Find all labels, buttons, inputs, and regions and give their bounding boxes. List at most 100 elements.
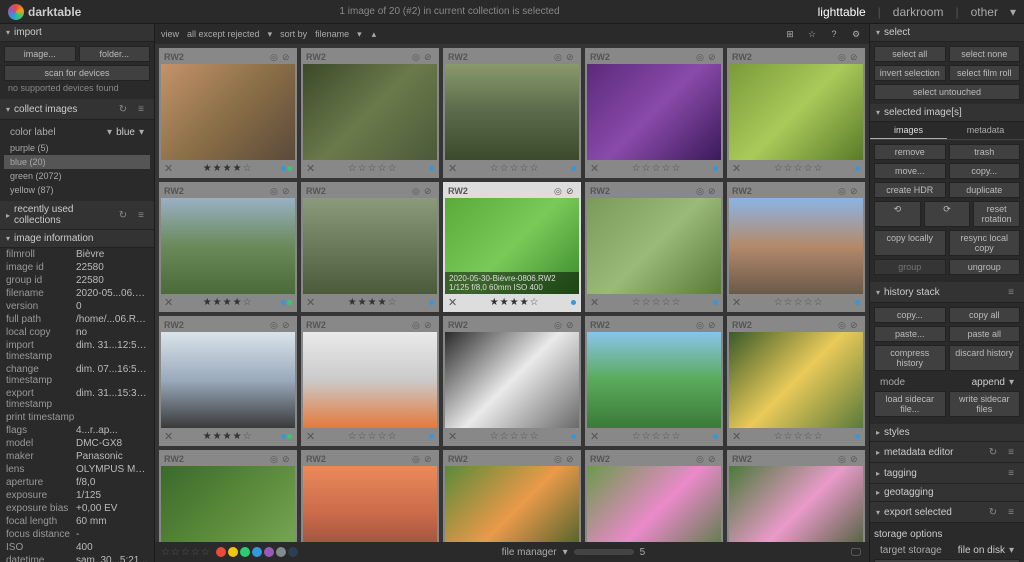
action-button[interactable]: select film roll <box>949 65 1021 81</box>
reject-icon[interactable]: ✕ <box>164 296 173 309</box>
thumbnail[interactable]: RW2◎⊘✕☆☆☆☆☆ <box>727 316 865 446</box>
color-swatch[interactable] <box>216 547 226 557</box>
gear-icon[interactable]: ⚙ <box>849 27 863 41</box>
thumbnail[interactable]: RW2◎⊘✕☆☆☆☆☆ <box>301 316 439 446</box>
thumbnail[interactable]: RW2◎⊘✕☆☆☆☆☆ <box>585 48 723 178</box>
reset-icon[interactable]: ↻ <box>116 102 130 116</box>
thumbnail[interactable]: RW2◎⊘✕☆☆☆☆☆ <box>159 450 297 542</box>
action-button[interactable]: resync local copy <box>949 230 1021 256</box>
rating-stars[interactable]: ☆☆☆☆☆ <box>161 547 210 558</box>
preset-icon[interactable]: ≡ <box>134 208 148 222</box>
color-swatch[interactable] <box>264 547 274 557</box>
reject-icon[interactable]: ✕ <box>306 430 315 443</box>
reject-icon[interactable]: ✕ <box>732 430 741 443</box>
dropdown-icon[interactable]: ▾ <box>1010 5 1016 19</box>
rotate-cw-button[interactable]: ⟳ <box>924 201 971 227</box>
thumbnail[interactable]: RW2◎⊘✕☆☆☆☆☆ <box>585 450 723 542</box>
thumbnail[interactable]: RW2◎⊘✕☆☆☆☆☆ <box>727 48 865 178</box>
group-button[interactable]: group <box>874 259 946 275</box>
view-darkroom[interactable]: darkroom <box>893 5 944 19</box>
collect-item[interactable]: yellow (87) <box>4 183 150 197</box>
import-folder-button[interactable]: folder... <box>79 46 151 62</box>
reject-icon[interactable]: ✕ <box>306 162 315 175</box>
section-import[interactable]: ▾ import <box>0 24 154 42</box>
action-button[interactable]: select none <box>949 46 1021 62</box>
thumbnail[interactable]: RW2◎⊘✕★★★★☆ <box>159 316 297 446</box>
reset-icon[interactable]: ↻ <box>986 445 1000 459</box>
section-tagging[interactable]: ▸tagging≡ <box>870 463 1024 484</box>
scan-devices-button[interactable]: scan for devices <box>4 65 150 81</box>
action-button[interactable]: create HDR <box>874 182 946 198</box>
section-export[interactable]: ▾export selected ↻≡ <box>870 502 1024 523</box>
sort-select[interactable]: filename <box>315 29 349 39</box>
thumbnail[interactable]: RW2◎⊘✕☆☆☆☆☆ <box>443 48 581 178</box>
tab-metadata[interactable]: metadata <box>947 122 1024 139</box>
section-select[interactable]: ▾select <box>870 24 1024 42</box>
group-icon[interactable]: ⊞ <box>783 27 797 41</box>
reject-icon[interactable]: ✕ <box>732 162 741 175</box>
action-button[interactable]: load sidecar file... <box>874 391 946 417</box>
action-button[interactable]: copy... <box>874 307 946 323</box>
action-button[interactable]: copy all <box>949 307 1021 323</box>
color-swatch[interactable] <box>252 547 262 557</box>
sort-direction-icon[interactable]: ▴ <box>372 29 377 40</box>
thumbnail[interactable]: RW2◎⊘✕☆☆☆☆☆ <box>443 450 581 542</box>
import-image-button[interactable]: image... <box>4 46 76 62</box>
filter-select[interactable]: all except rejected <box>187 29 260 39</box>
section-selected-images[interactable]: ▾selected image[s] <box>870 104 1024 122</box>
thumbnail[interactable]: RW2◎⊘✕☆☆☆☆☆ <box>443 316 581 446</box>
collect-item[interactable]: purple (5) <box>4 141 150 155</box>
help-icon[interactable]: ? <box>827 27 841 41</box>
tab-images[interactable]: images <box>870 122 947 139</box>
action-button[interactable]: discard history <box>949 345 1021 371</box>
section-geotagging[interactable]: ▸geotagging <box>870 484 1024 502</box>
layout-mode[interactable]: file manager <box>502 547 557 558</box>
display-icon[interactable]: 🖵 <box>849 545 863 559</box>
zoom-slider[interactable] <box>574 549 634 555</box>
section-styles[interactable]: ▸styles <box>870 424 1024 442</box>
reject-icon[interactable]: ✕ <box>164 162 173 175</box>
action-button[interactable]: duplicate <box>949 182 1021 198</box>
rotate-ccw-button[interactable]: ⟲ <box>874 201 921 227</box>
color-swatch[interactable] <box>240 547 250 557</box>
thumbnail[interactable]: RW2◎⊘✕☆☆☆☆☆ <box>301 450 439 542</box>
reject-icon[interactable]: ✕ <box>590 162 599 175</box>
action-button[interactable]: copy locally <box>874 230 946 256</box>
thumbnail[interactable]: RW2◎⊘✕☆☆☆☆☆ <box>301 48 439 178</box>
color-swatch[interactable] <box>228 547 238 557</box>
section-metadata-editor[interactable]: ▸metadata editor↻≡ <box>870 442 1024 463</box>
view-lighttable[interactable]: lighttable <box>818 5 866 19</box>
section-collect[interactable]: ▾ collect images ↻ ≡ <box>0 99 154 120</box>
section-history[interactable]: ▾history stack ≡ <box>870 282 1024 303</box>
action-button[interactable]: paste all <box>949 326 1021 342</box>
target-storage-select[interactable]: file on disk <box>958 545 1005 556</box>
thumbnail[interactable]: RW2◎⊘✕☆☆☆☆☆ <box>727 450 865 542</box>
collect-item[interactable]: green (2072) <box>4 169 150 183</box>
preset-icon[interactable]: ≡ <box>1004 285 1018 299</box>
preset-icon[interactable]: ≡ <box>1004 445 1018 459</box>
action-button[interactable]: select all <box>874 46 946 62</box>
collect-item[interactable]: blue (20) <box>4 155 150 169</box>
thumbnail[interactable]: RW2◎⊘✕★★★★☆ <box>159 48 297 178</box>
reject-icon[interactable]: ✕ <box>306 296 315 309</box>
reset-icon[interactable]: ↻ <box>986 505 1000 519</box>
section-info[interactable]: ▾ image information <box>0 230 154 248</box>
thumbnail[interactable]: RW2◎⊘✕☆☆☆☆☆ <box>727 182 865 312</box>
preset-icon[interactable]: ≡ <box>1004 505 1018 519</box>
action-button[interactable]: paste... <box>874 326 946 342</box>
action-button[interactable]: trash <box>949 144 1021 160</box>
thumbnail[interactable]: RW2◎⊘✕★★★★☆ <box>301 182 439 312</box>
action-button[interactable]: copy... <box>949 163 1021 179</box>
reject-icon[interactable]: ✕ <box>732 296 741 309</box>
reset-rotation-button[interactable]: reset rotation <box>973 201 1020 227</box>
reject-icon[interactable]: ✕ <box>448 162 457 175</box>
action-button[interactable]: compress history <box>874 345 946 371</box>
action-button[interactable]: invert selection <box>874 65 946 81</box>
color-swatch[interactable] <box>276 547 286 557</box>
thumbnail[interactable]: RW2◎⊘✕☆☆☆☆☆ <box>585 316 723 446</box>
ungroup-button[interactable]: ungroup <box>949 259 1021 275</box>
reset-icon[interactable]: ↻ <box>116 208 130 222</box>
preset-icon[interactable]: ≡ <box>1004 466 1018 480</box>
action-button[interactable]: move... <box>874 163 946 179</box>
color-swatch[interactable] <box>288 547 298 557</box>
